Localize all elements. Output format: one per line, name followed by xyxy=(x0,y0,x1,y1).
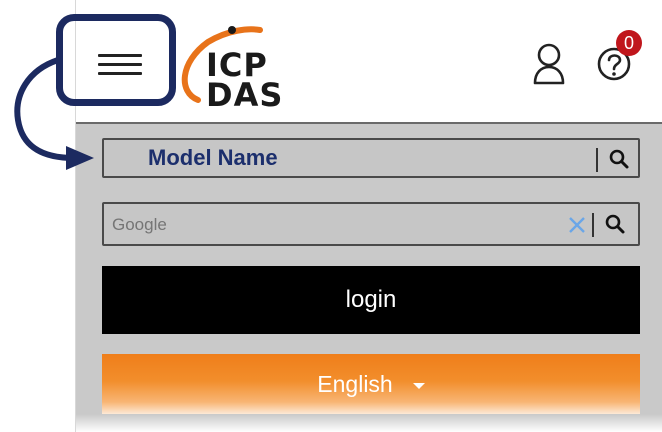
search-icon[interactable] xyxy=(608,148,630,170)
login-button[interactable]: login xyxy=(102,266,640,334)
search-divider xyxy=(596,148,598,172)
chevron-down-icon xyxy=(412,382,425,389)
notification-badge: 0 xyxy=(616,30,642,56)
search-icon[interactable] xyxy=(604,213,626,235)
google-search[interactable] xyxy=(102,202,640,246)
model-name-label: Model Name xyxy=(148,145,278,170)
menu-panel: Model Name login English xyxy=(76,124,662,432)
search-divider xyxy=(592,213,594,237)
logo-text-bottom: DAS xyxy=(206,76,284,114)
language-select[interactable]: English xyxy=(102,354,640,414)
user-icon[interactable] xyxy=(532,42,566,86)
close-icon[interactable] xyxy=(568,216,586,234)
model-name-search[interactable]: Model Name xyxy=(102,138,640,178)
google-search-input[interactable] xyxy=(110,214,534,236)
bottom-fade xyxy=(76,414,662,432)
highlight-box xyxy=(56,14,176,106)
language-label: English xyxy=(317,371,393,397)
